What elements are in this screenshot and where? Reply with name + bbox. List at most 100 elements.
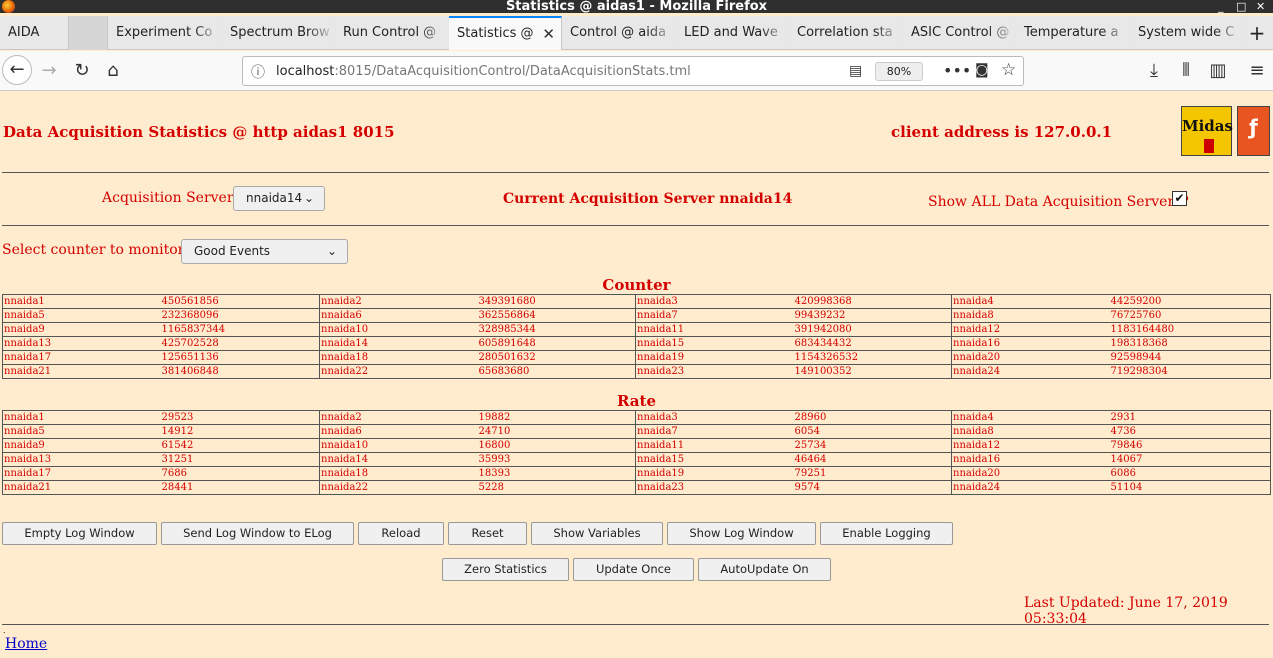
tab-correlation-stats[interactable]: Correlation sta (789, 16, 903, 50)
counter-node-value: 92598944 (1109, 350, 1271, 365)
counter-node-value: 280501632 (477, 350, 636, 365)
counter-node-name: nnaida4 (951, 294, 1110, 309)
sidebar-icon[interactable]: ▥ (1204, 57, 1232, 85)
tab-system-wide[interactable]: System wide C (1130, 16, 1243, 50)
show-all-checkbox[interactable]: ✔ (1172, 191, 1187, 206)
downloads-icon[interactable]: ⤓ (1140, 57, 1168, 85)
counter-node-name: nnaida12 (951, 322, 1110, 337)
rate-node-name: nnaida18 (319, 466, 478, 481)
rate-node-value: 29523 (160, 410, 320, 425)
enable-logging-button[interactable]: Enable Logging (820, 522, 953, 545)
rate-node-name: nnaida21 (2, 480, 161, 495)
home-button[interactable]: ⌂ (99, 57, 127, 85)
tab-blank[interactable] (69, 16, 108, 50)
pocket-icon[interactable]: ◙ (975, 62, 989, 78)
tab-aida[interactable]: AIDA (0, 16, 69, 50)
rate-node-name: nnaida5 (2, 424, 161, 439)
rate-node-name: nnaida6 (319, 424, 478, 439)
tab-run-control[interactable]: Run Control @ (335, 16, 449, 50)
show-log-window-button[interactable]: Show Log Window (667, 522, 816, 545)
counter-node-name: nnaida8 (951, 308, 1110, 323)
tab-control[interactable]: Control @ aida (562, 16, 676, 50)
counter-row: nnaida21 381406848 nnaida22 65683680 nnaida2… (2, 364, 1271, 379)
rate-node-name: nnaida20 (951, 466, 1110, 481)
close-tab-icon[interactable]: ✕ (542, 18, 555, 50)
counter-node-name: nnaida23 (635, 364, 794, 379)
rate-node-value: 7686 (160, 466, 320, 481)
counter-node-name: nnaida21 (2, 364, 161, 379)
counter-node-name: nnaida3 (635, 294, 794, 309)
counter-node-name: nnaida17 (2, 350, 161, 365)
zero-statistics-button[interactable]: Zero Statistics (442, 558, 569, 581)
tab-label: Correlation sta (797, 25, 893, 40)
home-link[interactable]: Home (5, 636, 47, 652)
tab-label: Statistics @ (457, 26, 534, 41)
counter-node-name: nnaida19 (635, 350, 794, 365)
tab-asic-control[interactable]: ASIC Control @ (903, 16, 1016, 50)
tab-experiment-control[interactable]: Experiment Co (108, 16, 222, 50)
menu-icon[interactable]: ≡ (1243, 57, 1271, 85)
tcl-logo: ƒ (1237, 106, 1270, 156)
reset-button[interactable]: Reset (448, 522, 527, 545)
tab-label: LED and Wave (684, 25, 778, 40)
zoom-level[interactable]: 80% (875, 62, 923, 81)
tab-label: Control @ aida (570, 25, 667, 40)
rate-node-name: nnaida14 (319, 452, 478, 467)
forward-button[interactable]: → (35, 57, 63, 85)
counter-node-name: nnaida18 (319, 350, 478, 365)
autoupdate-button[interactable]: AutoUpdate On (698, 558, 831, 581)
counter-node-value: 328985344 (477, 322, 636, 337)
tab-temperature[interactable]: Temperature a (1016, 16, 1130, 50)
counter-select-value: Good Events (194, 244, 271, 258)
new-tab-button[interactable]: + (1243, 16, 1271, 50)
divider (2, 225, 1269, 226)
reload-button[interactable]: Reload (358, 522, 444, 545)
rate-node-value: 25734 (793, 438, 952, 453)
counter-select[interactable]: Good Events ⌄ (181, 239, 348, 264)
counter-node-value: 349391680 (477, 294, 636, 309)
tab-label: Run Control @ (343, 25, 437, 40)
empty-log-window-button[interactable]: Empty Log Window (2, 522, 157, 545)
counter-node-value: 1183164480 (1109, 322, 1271, 337)
counter-node-name: nnaida13 (2, 336, 161, 351)
back-button[interactable]: ← (2, 55, 32, 85)
last-updated: Last Updated: June 17, 2019 05:33:04 (1024, 595, 1228, 627)
tab-label: Spectrum Brow (230, 25, 330, 40)
maximize-icon[interactable]: □ (1236, 0, 1246, 13)
tab-led-and-waveform[interactable]: LED and Wave (676, 16, 789, 50)
acquisition-servers-label: Acquisition Servers (102, 190, 241, 206)
tab-statistics[interactable]: Statistics @ ✕ (449, 16, 562, 50)
rate-node-value: 4736 (1109, 424, 1271, 439)
counter-node-value: 719298304 (1109, 364, 1271, 379)
midas-logo: Midas (1181, 106, 1233, 156)
rate-node-value: 31251 (160, 452, 320, 467)
library-icon[interactable]: ⫴ (1172, 57, 1200, 85)
counter-node-name: nnaida10 (319, 322, 478, 337)
page-actions-icon[interactable]: ••• (943, 61, 971, 80)
acquisition-server-select[interactable]: nnaida14 ⌄ (233, 186, 325, 211)
counter-node-name: nnaida15 (635, 336, 794, 351)
show-all-label: Show ALL Data Acquisition Servers? (928, 194, 1189, 210)
counter-row: nnaida1 450561856 nnaida2 349391680 nnaida3 4… (2, 294, 1271, 309)
update-once-button[interactable]: Update Once (573, 558, 694, 581)
reader-view-icon[interactable]: ▤ (849, 63, 862, 79)
bookmark-star-icon[interactable]: ☆ (1001, 60, 1016, 80)
tab-spectrum-browser[interactable]: Spectrum Brow (222, 16, 335, 50)
counter-node-value: 381406848 (160, 364, 320, 379)
counter-node-value: 362556864 (477, 308, 636, 323)
rate-node-name: nnaida17 (2, 466, 161, 481)
counter-node-value: 1154326532 (793, 350, 952, 365)
send-log-to-elog-button[interactable]: Send Log Window to ELog (161, 522, 354, 545)
url-bar[interactable]: ⓘ localhost:8015/DataAcquisitionControl/… (242, 56, 1024, 86)
rate-row: nnaida9 61542 nnaida10 16800 nnaida11 25734 nn… (2, 438, 1271, 453)
minimize-icon[interactable]: _ (1218, 0, 1224, 13)
reload-page-button[interactable]: ↻ (68, 57, 96, 85)
rate-node-name: nnaida22 (319, 480, 478, 495)
rate-node-name: nnaida12 (951, 438, 1110, 453)
rate-node-value: 6054 (793, 424, 952, 439)
close-window-icon[interactable]: ✕ (1256, 0, 1265, 13)
show-variables-button[interactable]: Show Variables (531, 522, 663, 545)
tab-label: AIDA (8, 25, 40, 40)
rate-table: nnaida1 29523 nnaida2 19882 nnaida3 28960 nnai… (2, 410, 1271, 495)
site-info-icon[interactable]: ⓘ (251, 62, 265, 82)
